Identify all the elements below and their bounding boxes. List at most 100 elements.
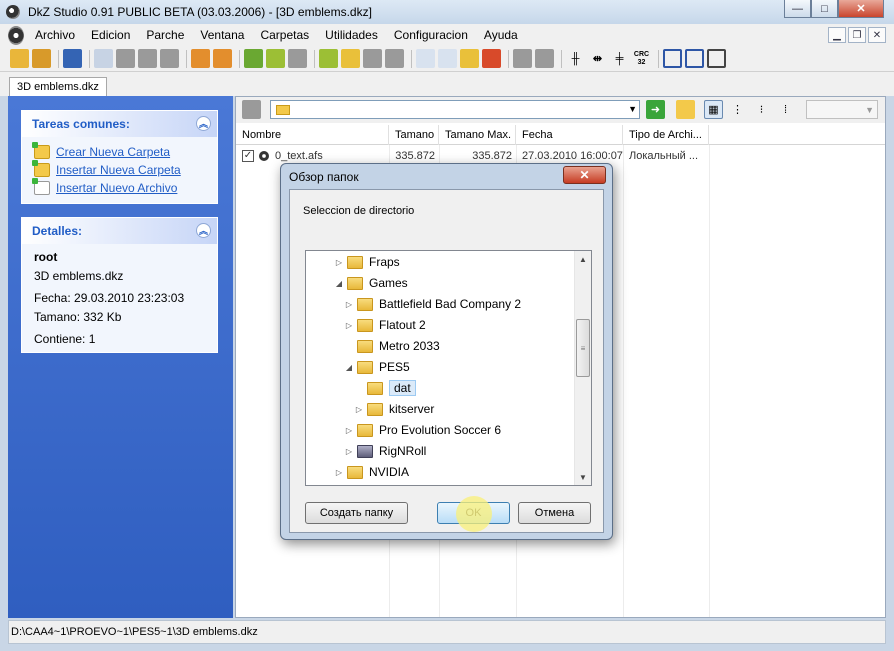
dialog-close-button[interactable]: ✕ <box>563 166 606 184</box>
file-gray2-icon[interactable] <box>385 49 404 68</box>
menu-utilidades[interactable]: Utilidades <box>317 24 386 46</box>
task-insert-folder[interactable]: Insertar Nueva Carpeta <box>22 160 217 179</box>
scroll-thumb[interactable]: ≡ <box>576 319 590 377</box>
menu-ayuda[interactable]: Ayuda <box>476 24 526 46</box>
tree-node-metro[interactable]: Metro 2033 <box>344 336 440 356</box>
details-header[interactable]: Detalles: ︽ <box>22 218 217 244</box>
save-icon[interactable] <box>63 49 82 68</box>
collapse-arrow-icon[interactable]: ◢ <box>344 363 354 372</box>
details-view-icon[interactable]: ▦ <box>704 100 723 119</box>
open-file-icon[interactable] <box>32 49 51 68</box>
tree-node-kitserver[interactable]: ▷ kitserver <box>354 399 434 419</box>
expand-arrow-icon[interactable]: ▷ <box>334 258 344 267</box>
task-insert-file[interactable]: Insertar Nuevo Archivo <box>22 178 217 197</box>
paste-icon[interactable] <box>138 49 157 68</box>
up-folder-icon[interactable] <box>242 100 261 119</box>
folder-open-icon[interactable] <box>460 49 479 68</box>
expand-arrow-icon[interactable]: ▷ <box>344 300 354 309</box>
close-button[interactable]: ✕ <box>838 0 884 18</box>
tile-vertical-icon[interactable] <box>707 49 726 68</box>
insert-file-icon[interactable] <box>341 49 360 68</box>
expand-icon[interactable]: ⇹ <box>588 49 607 68</box>
tree-node-fraps[interactable]: ▷ Fraps <box>334 252 400 272</box>
collapse-arrow-icon[interactable]: ◢ <box>334 279 344 288</box>
folder-icon <box>357 297 373 311</box>
col-nombre[interactable]: Nombre <box>236 125 389 145</box>
col-fecha[interactable]: Fecha <box>516 125 623 145</box>
maximize-button[interactable]: □ <box>811 0 838 18</box>
menu-carpetas[interactable]: Carpetas <box>252 24 317 46</box>
export-icon[interactable] <box>213 49 232 68</box>
expand-arrow-icon[interactable]: ▷ <box>344 447 354 456</box>
add-file-icon[interactable] <box>319 49 338 68</box>
delete-icon[interactable] <box>160 49 179 68</box>
expand-arrow-icon[interactable]: ▷ <box>334 468 344 477</box>
menu-parche[interactable]: Parche <box>138 24 192 46</box>
mdi-minimize-button[interactable]: ▁ <box>828 27 846 43</box>
expand-arrow-icon[interactable]: ▷ <box>354 405 364 414</box>
task-create-folder[interactable]: Crear Nueva Carpeta <box>22 142 217 161</box>
col-tamano[interactable]: Tamano <box>389 125 439 145</box>
collapse-chevron-icon[interactable]: ︽ <box>196 223 211 238</box>
gray-tool2-icon[interactable] <box>535 49 554 68</box>
tree-node-flatout[interactable]: ▷ Flatout 2 <box>344 315 426 335</box>
mdi-restore-button[interactable]: ❐ <box>848 27 866 43</box>
new-folder-button[interactable]: Создать папку <box>305 502 408 524</box>
dropdown-arrow-icon[interactable]: ▼ <box>628 104 637 114</box>
menu-archivo[interactable]: Archivo <box>27 24 83 46</box>
expand-arrow-icon[interactable]: ▷ <box>344 321 354 330</box>
cancel-button[interactable]: Отмена <box>518 502 591 524</box>
open-folder-icon[interactable] <box>10 49 29 68</box>
remove-icon[interactable] <box>482 49 501 68</box>
tree-node-pes6[interactable]: ▷ Pro Evolution Soccer 6 <box>344 420 501 440</box>
menu-ventana[interactable]: Ventana <box>192 24 252 46</box>
properties-icon[interactable] <box>416 49 435 68</box>
tree-node-pes5[interactable]: ◢ PES5 <box>344 357 410 377</box>
tab-3d-emblems[interactable]: 3D emblems.dkz <box>9 77 107 96</box>
col-tipo[interactable]: Tipo de Archi... <box>623 125 709 145</box>
tree-node-nvidia[interactable]: ▷ NVIDIA <box>334 462 409 482</box>
icons-view-icon[interactable]: ⁞ <box>776 100 795 119</box>
gray-tool-icon[interactable] <box>513 49 532 68</box>
path-combobox[interactable]: ▼ <box>270 100 640 119</box>
collapse-chevron-icon[interactable]: ︽ <box>196 116 211 131</box>
expand-arrow-icon[interactable]: ▷ <box>344 426 354 435</box>
tree-node-battlefield[interactable]: ▷ Battlefield Bad Company 2 <box>344 294 521 314</box>
copy-icon[interactable] <box>116 49 135 68</box>
tree-view-icon[interactable]: ⋮ <box>728 100 747 119</box>
go-icon[interactable]: ➜ <box>646 100 665 119</box>
minimize-button[interactable]: — <box>784 0 811 18</box>
col-tamano-max[interactable]: Tamano Max. <box>439 125 516 145</box>
mdi-close-button[interactable]: ✕ <box>868 27 886 43</box>
import-icon[interactable] <box>191 49 210 68</box>
tree-node-games[interactable]: ◢ Games <box>334 273 408 293</box>
list-view-icon[interactable]: ⁝ <box>752 100 771 119</box>
app-icon <box>6 5 20 19</box>
browse-folder-icon[interactable] <box>676 100 695 119</box>
tile-horizontal-icon[interactable] <box>685 49 704 68</box>
list-icon[interactable] <box>438 49 457 68</box>
file-gray-icon[interactable] <box>363 49 382 68</box>
row-checkbox[interactable]: ✓ <box>242 150 254 162</box>
scroll-down-icon[interactable]: ▼ <box>575 469 591 485</box>
menu-edicion[interactable]: Edicion <box>83 24 138 46</box>
crc-icon[interactable]: CRC 32 <box>632 49 651 68</box>
new-file-icon <box>32 178 50 195</box>
file-date: 27.03.2010 16:00:07 <box>522 150 623 162</box>
split-icon[interactable]: ╪ <box>610 49 629 68</box>
filter-combobox[interactable]: ▼ <box>806 100 878 119</box>
menu-configuracion[interactable]: Configuracion <box>386 24 476 46</box>
tree-node-dat[interactable]: dat <box>354 378 416 398</box>
tasks-header[interactable]: Tareas comunes: ︽ <box>22 111 217 137</box>
truck-folder-icon <box>357 444 373 458</box>
tree-scrollbar[interactable]: ▲ ≡ ▼ <box>574 251 591 485</box>
folder-gray-icon[interactable] <box>288 49 307 68</box>
add-folder-icon[interactable] <box>244 49 263 68</box>
collapse-icon[interactable]: ╫ <box>566 49 585 68</box>
folder-tree[interactable]: ▷ Fraps ◢ Games ▷ Battlefield Bad Compan… <box>305 250 592 486</box>
new-document-icon[interactable] <box>94 49 113 68</box>
scroll-up-icon[interactable]: ▲ <box>575 251 591 267</box>
insert-folder-icon[interactable] <box>266 49 285 68</box>
tree-node-rignroll[interactable]: ▷ RigNRoll <box>344 441 426 461</box>
window-icon[interactable] <box>663 49 682 68</box>
